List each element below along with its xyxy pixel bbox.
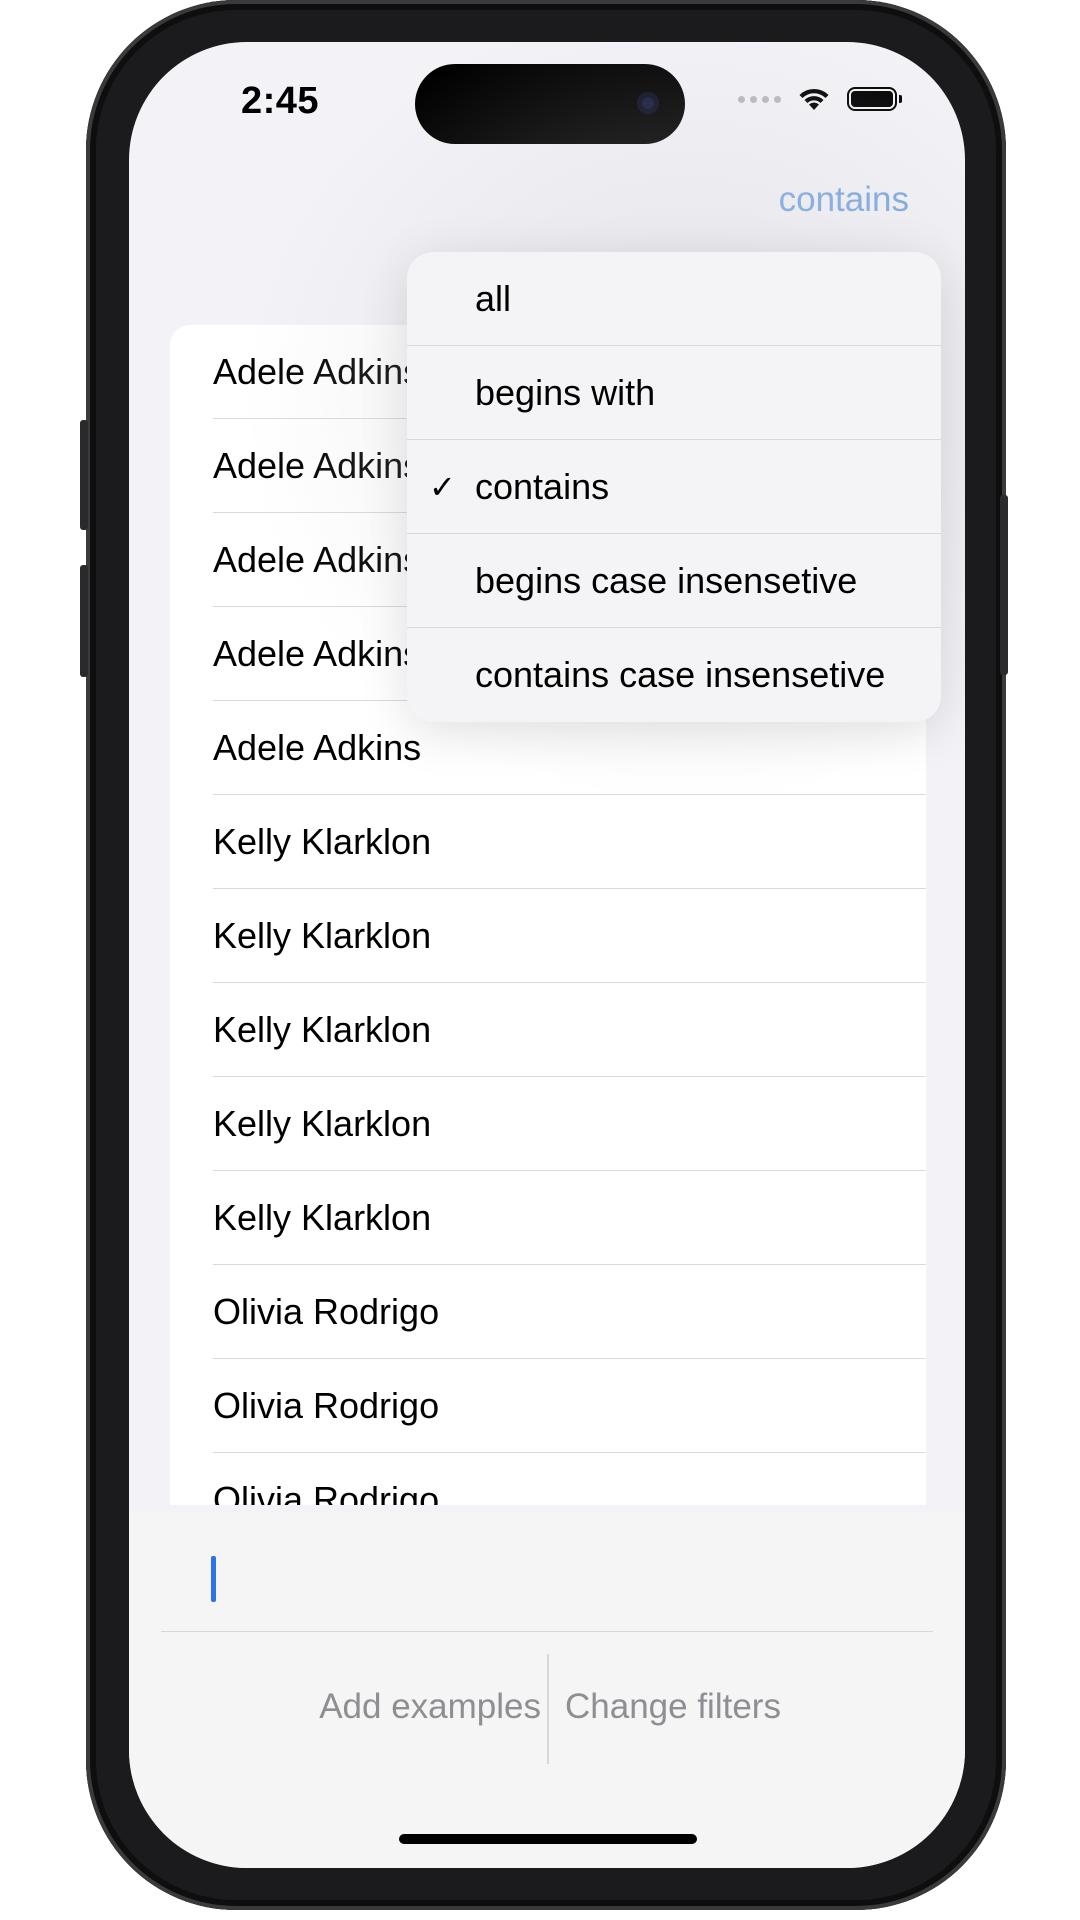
action-button bbox=[80, 420, 88, 530]
filter-mode-button[interactable]: contains bbox=[779, 180, 909, 220]
wifi-icon bbox=[799, 88, 829, 110]
list-item[interactable]: Olivia Rodrigo bbox=[213, 1453, 926, 1506]
change-filters-button[interactable]: Change filters bbox=[565, 1687, 781, 1727]
menu-item-begins-with[interactable]: begins with bbox=[407, 346, 941, 440]
menu-item-label: begins case insensetive bbox=[475, 559, 858, 601]
power-button bbox=[1000, 495, 1008, 675]
menu-item-label: contains bbox=[475, 465, 610, 507]
menu-item-contains[interactable]: ✓ contains bbox=[407, 440, 941, 534]
add-examples-button[interactable]: Add examples bbox=[319, 1687, 541, 1727]
list-item[interactable]: Kelly Klarklon bbox=[213, 983, 926, 1077]
filter-mode-menu: all begins with ✓ contains begins case i… bbox=[407, 252, 941, 722]
list-item[interactable]: Kelly Klarklon bbox=[213, 1077, 926, 1171]
divider bbox=[547, 1654, 549, 1764]
list-item[interactable]: Kelly Klarklon bbox=[213, 1171, 926, 1265]
menu-item-label: contains case insensetive bbox=[475, 654, 886, 695]
volume-up-button bbox=[80, 565, 88, 677]
dynamic-island bbox=[415, 64, 685, 144]
list-item[interactable]: Olivia Rodrigo bbox=[213, 1265, 926, 1359]
list-item[interactable]: Kelly Klarklon bbox=[213, 795, 926, 889]
battery-icon bbox=[847, 87, 902, 111]
menu-item-all[interactable]: all bbox=[407, 252, 941, 346]
screen: 2:45 contains Adele Adkins Adele Adkins … bbox=[129, 42, 965, 1868]
menu-item-begins-case-insensitive[interactable]: begins case insensetive bbox=[407, 534, 941, 628]
home-indicator[interactable] bbox=[399, 1834, 697, 1844]
list-item[interactable]: Kelly Klarklon bbox=[213, 889, 926, 983]
list-item[interactable]: Olivia Rodrigo bbox=[213, 1359, 926, 1453]
front-camera-icon bbox=[637, 92, 659, 114]
checkmark-icon: ✓ bbox=[429, 468, 456, 505]
menu-item-label: all bbox=[475, 277, 512, 319]
menu-item-label: begins with bbox=[475, 371, 656, 413]
cellular-signal-icon bbox=[738, 95, 781, 103]
text-cursor bbox=[211, 1556, 216, 1602]
search-input[interactable] bbox=[161, 1512, 933, 1632]
menu-item-contains-case-insensitive[interactable]: contains case insensetive bbox=[407, 628, 941, 722]
status-icons bbox=[738, 86, 902, 112]
status-time: 2:45 bbox=[241, 80, 320, 122]
